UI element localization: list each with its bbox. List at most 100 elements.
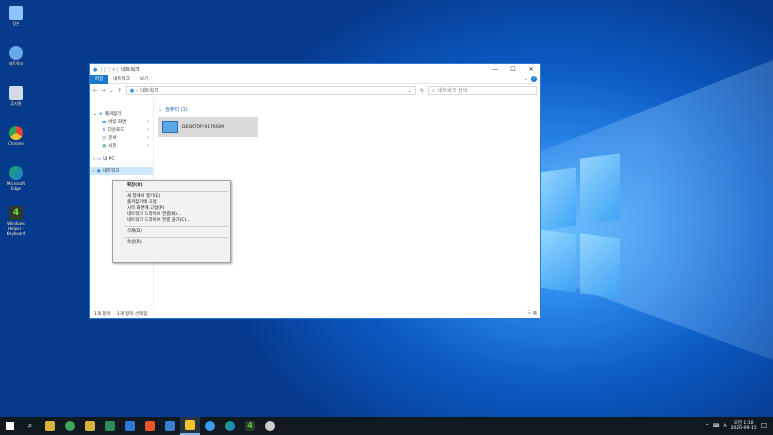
address-bar[interactable]: ● › 네트워크 ⌄ (125, 86, 416, 95)
help-icon[interactable]: ? (531, 76, 537, 82)
context-menu: 확장(X) 새 창에서 열기(E) 즐겨찾기에 고정 시작 화면에 고정(P) … (112, 180, 231, 263)
status-bar: 1개 항목 1개 항목 선택함 ☷ ▦ (90, 309, 540, 318)
ime-indicator[interactable]: A (723, 424, 726, 429)
nav-network[interactable]: › ● 네트워크 (90, 167, 153, 175)
chevron-right-icon: › (136, 87, 139, 94)
item-count: 1개 항목 (94, 311, 111, 317)
up-arrow-icon[interactable]: ↑ (118, 88, 122, 94)
file-explorer-icon (185, 420, 195, 430)
desktop-icon-network[interactable]: 네트워크 (2, 46, 30, 66)
desktop-icon-recycle-bin[interactable]: 휴지통 (2, 86, 30, 106)
chevron-up-icon[interactable]: ^ (705, 424, 709, 429)
desktop-icon-edge[interactable]: Microsoft Edge (2, 166, 30, 191)
recycle-bin-icon (9, 86, 23, 100)
nav-item-documents[interactable]: ▤ 문서 ✓ (90, 134, 153, 142)
window-title: 네트워크 (121, 67, 140, 73)
search-icon: ⌕ (27, 421, 33, 430)
tab-view[interactable]: 보기 (135, 75, 153, 84)
taskbar-file-explorer[interactable] (180, 417, 200, 435)
nav-item-desktop[interactable]: ▬ 바탕 화면 ✓ (90, 118, 153, 126)
edge-icon (225, 421, 235, 431)
desktop-folder-icon: ▬ (102, 119, 107, 125)
back-arrow-icon[interactable]: ← (93, 88, 97, 94)
system-tray: ^ ⌨ A 오전 1:10 2020-09-15 ☐ (705, 421, 773, 431)
desktop-icon-chrome[interactable]: Chrome (2, 126, 30, 146)
clock[interactable]: 오전 1:10 2020-09-15 (731, 421, 757, 431)
quick-access-toolbar[interactable]: | ▯ ▯ ▾ | (100, 67, 118, 73)
nav-item-pictures[interactable]: ▣ 사진 ✓ (90, 142, 153, 150)
refresh-icon[interactable]: ↻ (420, 88, 424, 94)
taskbar-app[interactable] (60, 417, 80, 435)
taskbar-app[interactable] (260, 417, 280, 435)
start-button[interactable] (0, 417, 20, 435)
taskbar-app[interactable] (40, 417, 60, 435)
chevron-right-icon: › (93, 156, 95, 162)
nav-quick-access[interactable]: ⌄ ★ 즐겨찾기 (90, 110, 153, 118)
computer-icon (162, 121, 178, 133)
ribbon: 파일 네트워크 보기 ⌄ ? (90, 74, 540, 84)
notification-icon[interactable]: ☐ (761, 422, 767, 430)
menu-separator (125, 191, 228, 192)
menu-item-expand[interactable]: 확장(X) (113, 183, 230, 189)
taskbar-edge[interactable] (220, 417, 240, 435)
app-4-icon: 4 (9, 206, 23, 220)
forward-arrow-icon[interactable]: → (101, 88, 105, 94)
wallpaper-windows-logo (540, 150, 620, 300)
chevron-down-icon: ⌄ (158, 106, 163, 113)
app-icon (145, 421, 155, 431)
menu-item-delete[interactable]: 삭제(D) (113, 229, 230, 235)
chevron-down-icon[interactable]: ⌄ (408, 88, 415, 94)
download-icon: ⬇ (102, 127, 106, 133)
chevron-down-icon: ⌄ (93, 111, 97, 117)
computer-item[interactable]: DESKTOP-917KISM (158, 117, 258, 137)
menu-separator (125, 237, 228, 238)
chevron-right-icon: › (93, 168, 95, 174)
breadcrumb[interactable]: 네트워크 (140, 87, 158, 94)
desktop-icon-user[interactable]: 정은 (2, 6, 30, 26)
edge-legacy-icon (205, 421, 215, 431)
taskbar-app4[interactable]: 4 (240, 417, 260, 435)
search-button[interactable]: ⌕ (20, 417, 40, 435)
close-button[interactable]: ✕ (522, 66, 540, 73)
chevron-down-icon[interactable]: ⌄ (524, 76, 528, 82)
title-bar[interactable]: ● | ▯ ▯ ▾ | 네트워크 — ☐ ✕ (90, 64, 540, 75)
keyboard-icon[interactable]: ⌨ (713, 424, 720, 429)
tab-file[interactable]: 파일 (90, 74, 109, 84)
chevron-down-icon[interactable]: ⌄ (109, 88, 113, 94)
taskbar-app[interactable] (80, 417, 100, 435)
nav-this-pc[interactable]: › ▭ 내 PC (90, 155, 153, 163)
user-folder-icon (9, 6, 23, 20)
search-input[interactable]: ⌕ 네트워크 검색 (428, 86, 537, 95)
maximize-button[interactable]: ☐ (504, 66, 522, 73)
minimize-button[interactable]: — (486, 66, 504, 73)
network-icon: ● (129, 87, 135, 94)
desktop-icon-app4[interactable]: 4 Windows Helper - Keyboard (2, 206, 30, 236)
menu-item-disconnect-drive[interactable]: 네트워크 드라이브 연결 끊기(C)... (113, 218, 230, 224)
taskbar-app[interactable] (120, 417, 140, 435)
pin-icon: ✓ (146, 135, 150, 141)
pin-icon: ✓ (146, 127, 150, 133)
app-icon (265, 421, 275, 431)
app-icon (45, 421, 55, 431)
nav-item-downloads[interactable]: ⬇ 다운로드 ✓ (90, 126, 153, 134)
taskbar: ⌕ 4 ^ ⌨ A 오전 1:10 2020-09-15 ☐ (0, 417, 773, 435)
tab-network[interactable]: 네트워크 (108, 75, 135, 84)
taskbar-app[interactable] (160, 417, 180, 435)
app-4-icon: 4 (245, 421, 255, 431)
network-icon (9, 46, 23, 60)
search-icon: ⌕ (432, 87, 435, 94)
chrome-icon (9, 126, 23, 140)
taskbar-app[interactable] (100, 417, 120, 435)
windows-icon (6, 422, 14, 430)
search-placeholder: 네트워크 검색 (437, 88, 468, 94)
star-icon: ★ (98, 111, 103, 117)
pin-icon: ✓ (146, 143, 150, 149)
group-header[interactable]: ⌄ 컴퓨터 (1) (158, 106, 536, 114)
view-toggle-icons[interactable]: ☷ ▦ (527, 311, 540, 316)
taskbar-app[interactable] (140, 417, 160, 435)
taskbar-edge-legacy[interactable] (200, 417, 220, 435)
address-row: ← → ⌄ ↑ ● › 네트워크 ⌄ ↻ ⌕ 네트워크 검색 (90, 84, 540, 97)
pictures-icon: ▣ (102, 143, 107, 149)
menu-item-properties[interactable]: 속성(R) (113, 240, 230, 246)
app-icon (125, 421, 135, 431)
